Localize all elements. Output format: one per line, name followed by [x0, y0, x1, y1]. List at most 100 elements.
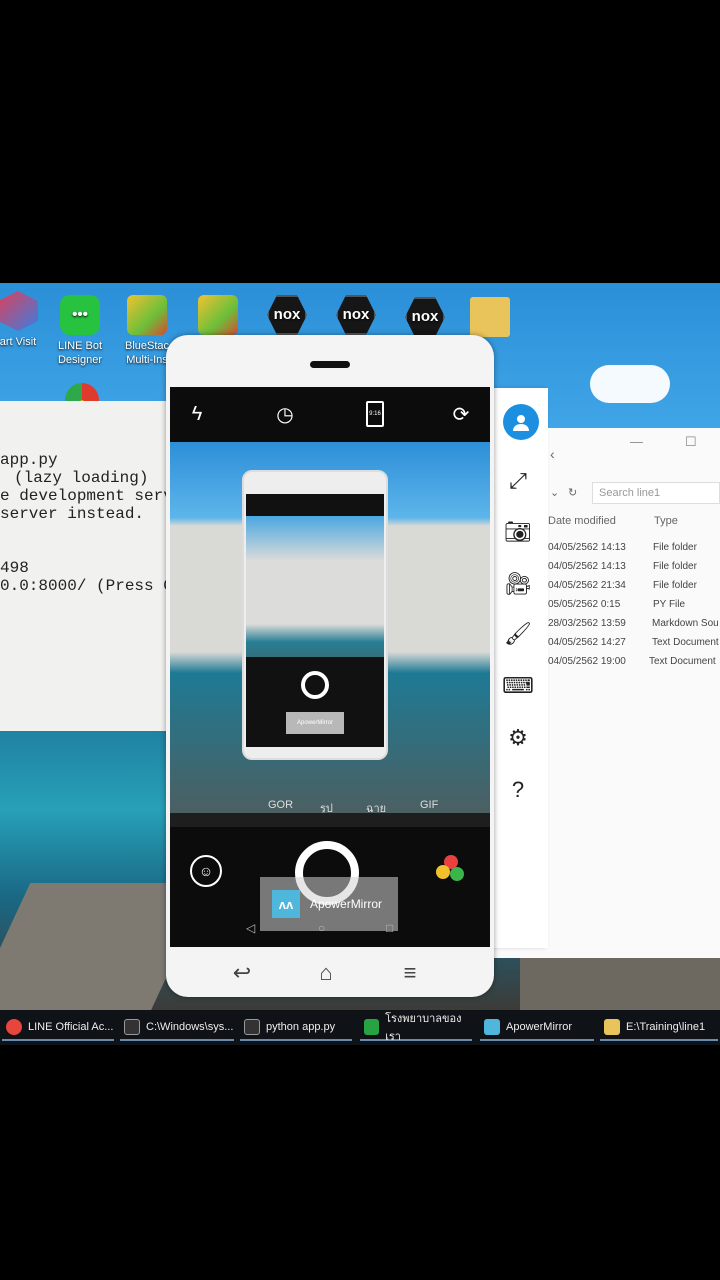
timer-icon[interactable]: ◷	[270, 399, 300, 429]
filter-color-icon[interactable]	[436, 855, 466, 885]
file-date: 28/03/2562 13:59	[548, 618, 626, 629]
file-type: PY File	[653, 599, 686, 610]
search-input[interactable]: Search line1	[592, 482, 720, 504]
camera-mode-bar: GOR รูป ฉาย GIF	[170, 795, 490, 815]
file-row[interactable]: 04/05/2562 21:34 File folder	[548, 580, 720, 596]
chrome-icon	[6, 1019, 22, 1035]
mirrored-phone-window: ϟ ◷ 9:16 ⟳ ApowerMirror GOR รูป ฉาย GIF	[166, 335, 494, 997]
home-icon[interactable]: ⌂	[306, 959, 346, 987]
file-date: 04/05/2562 14:13	[548, 561, 626, 572]
taskbar-item-line-official[interactable]: LINE Official Ac...	[2, 1015, 114, 1041]
apowermirror-label: ApowerMirror	[310, 897, 383, 911]
file-type: Text Document	[649, 656, 716, 667]
phone-speaker	[310, 361, 350, 368]
back-triangle-icon[interactable]: ◁	[246, 921, 255, 935]
switch-camera-icon[interactable]: ⟳	[446, 399, 476, 429]
aspect-ratio-button[interactable]: 9:16	[360, 399, 390, 429]
recursive-phone-mirror: ApowerMirror	[242, 470, 388, 760]
file-date: 04/05/2562 19:00	[548, 656, 626, 667]
file-date: 05/05/2562 0:15	[548, 599, 621, 610]
terminal-line: e development serv	[0, 487, 170, 505]
file-row[interactable]: 04/05/2562 19:00 Text Document	[548, 656, 720, 672]
column-date-modified[interactable]: Date modified	[548, 515, 616, 527]
terminal-line: server instead.	[0, 505, 145, 523]
desktop-icon-nox-2[interactable]: nox	[316, 295, 396, 339]
terminal-icon	[124, 1019, 140, 1035]
terminal-line: 0.0:8000/ (Press C	[0, 577, 170, 595]
nox-icon: nox	[336, 295, 376, 335]
file-row[interactable]: 04/05/2562 14:27 Text Document	[548, 637, 720, 653]
cloud	[590, 365, 670, 403]
terminal-window[interactable]: app.py (lazy loading) e development serv…	[0, 401, 170, 731]
screenshot-camera-icon[interactable]: 📷︎	[500, 514, 536, 550]
taskbar-label: ApowerMirror	[506, 1021, 573, 1033]
back-arrow-icon[interactable]: ↩	[222, 959, 262, 987]
user-avatar-icon[interactable]	[503, 404, 539, 440]
taskbar-item-python[interactable]: python app.py	[240, 1015, 352, 1041]
fullscreen-icon[interactable]: ⤢	[500, 463, 536, 499]
soft-nav-bar: ◁ ○ □	[246, 921, 406, 937]
inner-camera-top	[246, 494, 384, 516]
file-type: File folder	[653, 561, 697, 572]
recents-square-icon[interactable]: □	[386, 921, 393, 935]
file-row[interactable]: 28/03/2562 13:59 Markdown Sou	[548, 618, 720, 634]
whiteboard-brush-icon[interactable]: 🖌︎	[500, 616, 536, 652]
terminal-line: (lazy loading)	[14, 469, 149, 487]
taskbar-item-explorer[interactable]: E:\Training\line1	[600, 1015, 718, 1041]
aspect-ratio-label: 9:16	[366, 401, 384, 427]
keyboard-icon[interactable]: ⌨︎	[500, 668, 536, 704]
refresh-icon[interactable]: ↻	[568, 486, 577, 499]
back-arrow-icon[interactable]: ‹	[550, 446, 555, 462]
dropdown-chevron-icon[interactable]: ⌄	[550, 486, 559, 499]
home-circle-icon[interactable]: ○	[318, 921, 325, 935]
bluestacks-icon	[198, 295, 238, 335]
file-type: File folder	[653, 542, 697, 553]
file-date: 04/05/2562 14:13	[548, 542, 626, 553]
mode-item[interactable]: GIF	[420, 799, 438, 811]
taskbar-label: python app.py	[266, 1021, 336, 1033]
terminal-line: app.py	[0, 451, 58, 469]
file-date: 04/05/2562 14:27	[548, 637, 626, 648]
mode-item[interactable]: GOR	[268, 799, 293, 811]
taskbar-item-cmd[interactable]: C:\Windows\sys...	[120, 1015, 234, 1041]
folder-icon	[604, 1019, 620, 1035]
record-video-icon[interactable]: 🎥︎	[500, 566, 536, 602]
maximize-icon[interactable]: ☐	[685, 434, 697, 450]
camera-bottom-bar: ☺ ʌʌ ApowerMirror ◁ ○ □	[170, 827, 490, 947]
file-type: Markdown Sou	[652, 618, 719, 629]
cube-icon	[0, 291, 38, 331]
taskbar-label: โรงพยาบาลของเรา	[385, 1013, 462, 1043]
beauty-face-icon[interactable]: ☺	[190, 855, 222, 887]
taskbar-label: LINE Official Ac...	[28, 1021, 114, 1033]
help-question-icon[interactable]: ?	[500, 772, 536, 808]
terminal-icon	[244, 1019, 260, 1035]
user-app-icon	[364, 1019, 380, 1035]
nox-icon: nox	[267, 295, 307, 335]
filter-dot-green	[450, 867, 464, 881]
mirrored-taskbar	[170, 813, 490, 827]
taskbar-label: E:\Training\line1	[626, 1021, 706, 1033]
menu-icon[interactable]: ≡	[390, 959, 430, 987]
folder-icon	[470, 297, 510, 337]
flash-off-icon[interactable]: ϟ	[182, 399, 212, 429]
desktop-icon-bluestacks[interactable]	[178, 295, 258, 339]
minimize-icon[interactable]: —	[630, 434, 643, 449]
taskbar-item-apowermirror[interactable]: ApowerMirror	[480, 1015, 594, 1041]
apowermirror-logo-icon	[484, 1019, 500, 1035]
inner-shutter	[301, 671, 329, 699]
bluestacks-icon	[127, 295, 167, 335]
file-row[interactable]: 05/05/2562 0:15 PY File	[548, 599, 720, 615]
line-icon: •••	[60, 295, 100, 335]
file-row[interactable]: 04/05/2562 14:13 File folder	[548, 542, 720, 558]
file-date: 04/05/2562 21:34	[548, 580, 626, 591]
terminal-line: 498	[0, 559, 29, 577]
file-row[interactable]: 04/05/2562 14:13 File folder	[548, 561, 720, 577]
desktop-icon-nox-1[interactable]: nox	[247, 295, 327, 339]
apowermirror-logo-icon: ʌʌ	[272, 890, 300, 918]
settings-gear-icon[interactable]: ⚙︎	[500, 720, 536, 756]
column-type[interactable]: Type	[654, 515, 678, 527]
taskbar-item-hospital[interactable]: โรงพยาบาลของเรา	[360, 1013, 472, 1043]
apowermirror-toolbar: ⤢ 📷︎ 🎥︎ 🖌︎ ⌨︎ ⚙︎ ?	[488, 388, 548, 948]
